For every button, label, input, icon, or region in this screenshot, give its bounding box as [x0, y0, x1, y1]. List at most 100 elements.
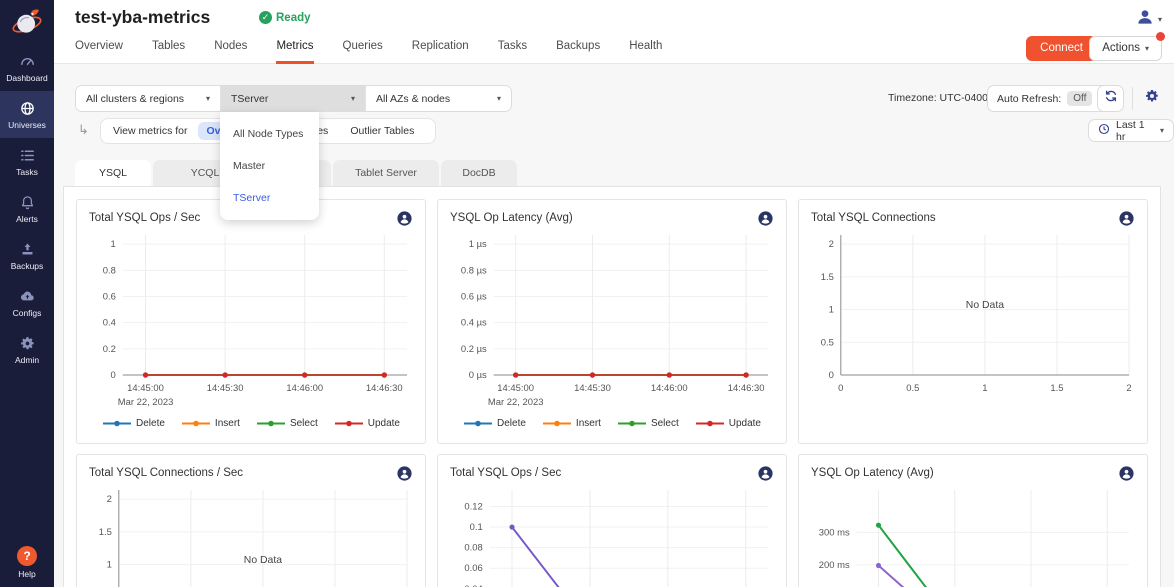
metrics-settings-button[interactable]: [1138, 85, 1165, 112]
view-chip-outlier-tables[interactable]: Outlier Tables: [341, 122, 423, 140]
node-type-select[interactable]: TServer▾: [221, 86, 366, 111]
user-icon: [1135, 7, 1155, 32]
chart-title: YSQL Op Latency (Avg): [450, 212, 573, 224]
status-badge: ✓ Ready: [259, 11, 311, 24]
svg-text:No Data: No Data: [244, 555, 282, 566]
universes-icon: [19, 100, 36, 117]
legend-item-insert[interactable]: Insert: [181, 418, 240, 429]
tab-nodes[interactable]: Nodes: [214, 40, 247, 64]
sidebar-item-admin[interactable]: Admin: [0, 326, 54, 373]
universe-link-icon[interactable]: [757, 465, 774, 482]
svg-text:2: 2: [1126, 383, 1131, 394]
chart-canvas: 0.120.10.080.060.040.020: [450, 484, 774, 587]
legend-item-delete[interactable]: Delete: [102, 418, 165, 429]
cluster-region-select[interactable]: All clusters & regions▾: [76, 86, 221, 111]
tab-tasks[interactable]: Tasks: [498, 40, 527, 64]
tab-replication[interactable]: Replication: [412, 40, 469, 64]
tab-overview[interactable]: Overview: [75, 40, 123, 64]
chevron-down-icon: ▾: [497, 94, 501, 103]
svg-text:14:46:00: 14:46:00: [651, 383, 688, 394]
universe-nav-tabs: Overview Tables Nodes Metrics Queries Replica…: [75, 40, 662, 64]
svg-text:0: 0: [111, 370, 116, 381]
svg-text:300 ms: 300 ms: [819, 527, 850, 538]
universe-link-icon[interactable]: [396, 210, 413, 227]
chart-card-total-ysql-ops-sec: Total YSQL Ops / Sec10.80.60.40.2014:45:…: [76, 199, 426, 444]
node-type-dropdown: All Node TypesMasterTServer: [220, 112, 319, 220]
svg-text:1.5: 1.5: [1050, 383, 1063, 394]
dropdown-option-all-node-types[interactable]: All Node Types: [220, 118, 319, 150]
sidebar-item-tasks[interactable]: Tasks: [0, 138, 54, 185]
chart-title: YSQL Op Latency (Avg): [811, 467, 934, 479]
metric-tab-docdb[interactable]: DocDB: [441, 160, 517, 186]
metric-tab-tablet-server[interactable]: Tablet Server: [333, 160, 439, 186]
svg-text:1: 1: [107, 560, 112, 571]
sidebar-item-dashboard[interactable]: Dashboard: [0, 44, 54, 91]
chart-card-ysql-op-latency-avg: YSQL Op Latency (Avg)1 µs0.8 µs0.6 µs0.4…: [437, 199, 787, 444]
tab-tables[interactable]: Tables: [152, 40, 185, 64]
actions-button[interactable]: Actions ▾: [1089, 36, 1162, 61]
metric-tab-ysql[interactable]: YSQL: [75, 160, 151, 186]
sidebar-item-configs[interactable]: Configs: [0, 279, 54, 326]
connect-button[interactable]: Connect: [1026, 36, 1097, 61]
tab-backups[interactable]: Backups: [556, 40, 600, 64]
refresh-button[interactable]: [1097, 85, 1124, 112]
svg-text:0: 0: [838, 383, 843, 394]
legend-item-select[interactable]: Select: [617, 418, 679, 429]
legend-item-update[interactable]: Update: [334, 418, 400, 429]
svg-text:0.06: 0.06: [464, 563, 482, 574]
timezone-label: Timezone: UTC-0400: [888, 92, 988, 104]
tab-queries[interactable]: Queries: [343, 40, 383, 64]
svg-text:0.8: 0.8: [103, 265, 116, 276]
svg-text:0.4: 0.4: [103, 318, 116, 329]
dropdown-option-tserver[interactable]: TServer: [220, 182, 319, 214]
dashboard-icon: [19, 53, 36, 70]
chevron-down-icon: ▾: [1158, 15, 1162, 24]
auto-refresh-value[interactable]: Off: [1067, 91, 1092, 106]
svg-text:14:45:00: 14:45:00: [497, 383, 534, 394]
backups-icon: [19, 241, 36, 258]
sidebar-item-universes[interactable]: Universes: [0, 91, 54, 138]
tab-metrics[interactable]: Metrics: [276, 40, 313, 64]
user-menu[interactable]: ▾: [1135, 7, 1162, 32]
gear-icon: [1144, 88, 1160, 109]
svg-text:Mar 22, 2023: Mar 22, 2023: [488, 397, 544, 408]
tab-health[interactable]: Health: [629, 40, 662, 64]
chart-card-total-ysql-connections-sec: Total YSQL Connections / Sec21.510.50No …: [76, 454, 426, 587]
yugabyte-logo-icon[interactable]: [0, 0, 54, 44]
chart-title: Total YSQL Ops / Sec: [450, 467, 561, 479]
sidebar-item-alerts[interactable]: Alerts: [0, 185, 54, 232]
universe-link-icon[interactable]: [757, 210, 774, 227]
universe-link-icon[interactable]: [1118, 210, 1135, 227]
svg-text:0.2: 0.2: [103, 344, 116, 355]
main-area: test-yba-metrics ✓ Ready ▾ Overview Table…: [54, 0, 1174, 587]
dropdown-option-master[interactable]: Master: [220, 150, 319, 182]
status-label: Ready: [276, 12, 311, 24]
svg-text:1: 1: [111, 239, 116, 250]
svg-text:0.6 µs: 0.6 µs: [461, 291, 487, 302]
svg-text:0.8 µs: 0.8 µs: [461, 265, 487, 276]
sidebar-item-help[interactable]: ? Help: [0, 546, 54, 579]
svg-text:1.5: 1.5: [821, 272, 834, 283]
return-arrow-icon: ↳: [78, 122, 89, 138]
legend-item-delete[interactable]: Delete: [463, 418, 526, 429]
universe-link-icon[interactable]: [396, 465, 413, 482]
legend-item-select[interactable]: Select: [256, 418, 318, 429]
az-node-select[interactable]: All AZs & nodes▾: [366, 86, 511, 111]
alerts-icon: [19, 194, 36, 211]
legend-item-insert[interactable]: Insert: [542, 418, 601, 429]
universe-link-icon[interactable]: [1118, 465, 1135, 482]
time-range-button[interactable]: Last 1 hr ▾: [1088, 119, 1174, 142]
chart-canvas: 1 µs0.8 µs0.6 µs0.4 µs0.2 µs0 µs14:45:00…: [450, 229, 774, 415]
svg-text:14:45:30: 14:45:30: [207, 383, 244, 394]
page-title: test-yba-metrics: [75, 7, 210, 28]
help-label: Help: [18, 569, 35, 579]
svg-text:0.4 µs: 0.4 µs: [461, 318, 487, 329]
svg-text:1: 1: [982, 383, 987, 394]
sidebar-item-backups[interactable]: Backups: [0, 232, 54, 279]
sidebar-item-label: Backups: [11, 261, 44, 271]
svg-text:0.12: 0.12: [464, 501, 482, 512]
sidebar-item-label: Universes: [8, 120, 46, 130]
svg-text:0.5: 0.5: [821, 337, 834, 348]
svg-text:14:46:00: 14:46:00: [286, 383, 323, 394]
legend-item-update[interactable]: Update: [695, 418, 761, 429]
